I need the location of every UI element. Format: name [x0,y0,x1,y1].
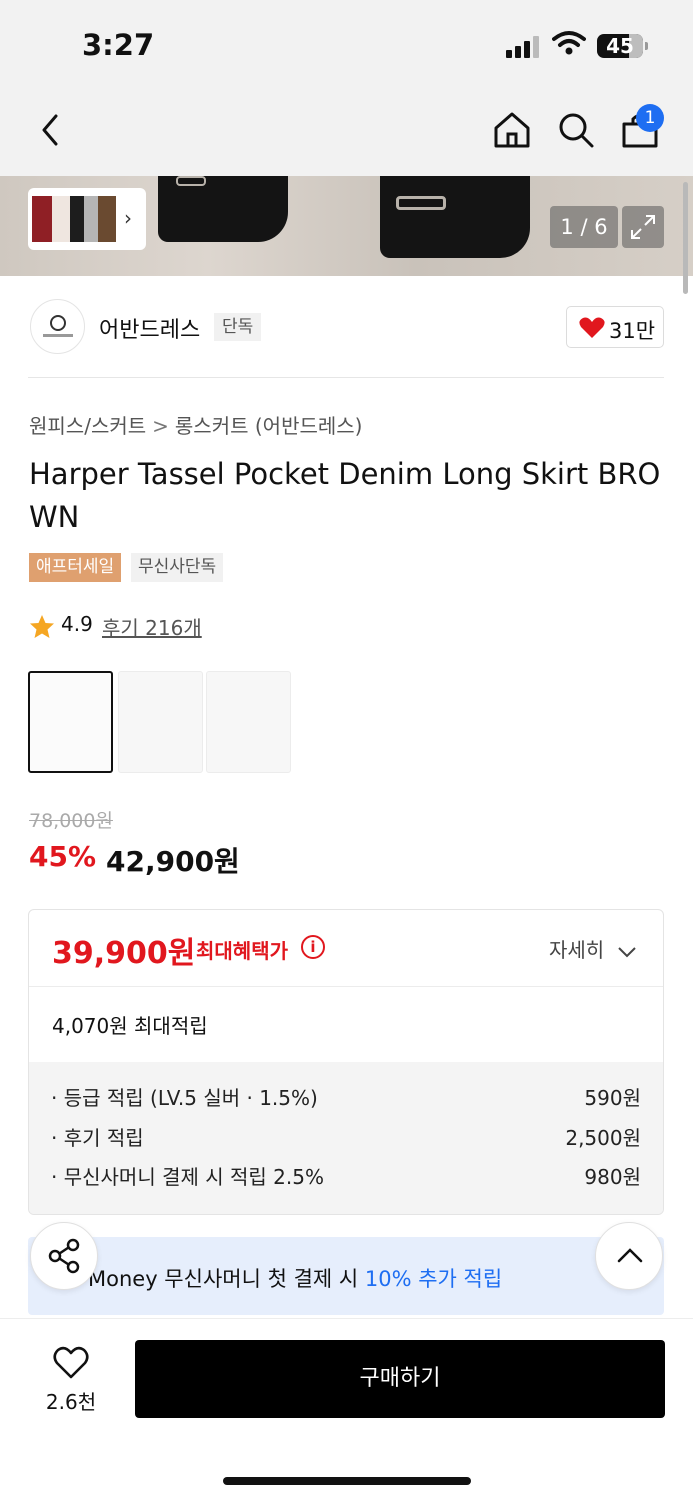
breadcrumb-subcategory[interactable]: 롱스커트 (어반드레스) [175,414,363,438]
option-thumbnail[interactable] [28,671,113,773]
chevron-down-icon [617,946,636,957]
search-icon[interactable] [556,110,596,150]
breadcrumb-category[interactable]: 원피스/스커트 [29,414,146,438]
scroll-top-button[interactable] [595,1222,663,1290]
brand-exclusive-tag: 단독 [214,313,262,341]
max-benefit-price: 39,900원 [52,936,196,971]
benefit-detail-toggle[interactable]: 자세히 [549,934,637,963]
money-promo-banner[interactable]: Money 무신사머니 첫 결제 시 10% 추가 적립 [28,1237,664,1315]
breadcrumb-separator: > [152,414,169,438]
heart-icon [579,317,605,338]
top-nav [0,92,693,176]
points-row-label: · 무신사머니 결제 시 적립 2.5% [51,1165,324,1189]
points-row-value: 590원 [584,1086,641,1110]
brand-like-button[interactable]: 31만 [566,306,664,348]
share-button[interactable] [30,1222,98,1290]
option-thumbnail[interactable] [118,671,203,773]
points-row: · 후기 적립 2,500원 [51,1122,641,1152]
buy-button[interactable]: 구매하기 [135,1340,665,1418]
status-time: 3:27 [82,28,155,62]
chevron-up-icon [617,1248,643,1263]
wifi-icon [552,31,586,55]
info-icon[interactable]: i [301,935,325,959]
money-banner-text: Money 무신사머니 첫 결제 시 [88,1267,365,1291]
image-counter: 1 / 6 [550,206,618,248]
wishlist-button[interactable]: 2.6천 [40,1344,102,1414]
points-row-label: · 등급 적립 (LV.5 실버 · 1.5%) [51,1086,318,1110]
product-title: Harper Tassel Pocket Denim Long Skirt BR… [29,457,661,534]
image-thumbnails[interactable]: › [28,188,146,250]
home-indicator [223,1477,471,1485]
max-benefit-box: 39,900원 최대혜택가 i 자세히 4,070원 최대적립 · 등급 적립 … [28,909,664,1215]
option-thumbnail[interactable] [206,671,291,773]
discount-rate: 45% [29,840,97,873]
max-benefit-label: 최대혜택가 [196,939,288,963]
status-bar: 3:27 45 [0,0,693,92]
brand-name[interactable]: 어반드레스 [99,312,200,344]
points-row-value: 2,500원 [565,1126,641,1150]
battery-icon: 45 [597,34,643,58]
money-banner-highlight: 10% 추가 적립 [364,1267,503,1291]
share-icon [48,1238,80,1274]
expand-icon[interactable] [622,206,664,248]
breadcrumb: 원피스/스커트 > 롱스커트 (어반드레스) [29,410,362,439]
points-row-label: · 후기 적립 [51,1126,144,1150]
signal-icon [506,34,542,58]
original-price: 78,000원 [29,810,113,832]
back-icon[interactable] [34,110,70,150]
brand-logo[interactable] [30,299,85,354]
home-icon[interactable] [492,110,532,150]
heart-outline-icon [53,1346,89,1379]
points-row-value: 980원 [584,1165,641,1189]
max-points: 4,070원 최대적립 [52,1014,208,1038]
wishlist-count: 2.6천 [45,1390,97,1414]
scrollbar[interactable] [683,182,688,294]
divider [28,377,664,378]
points-row: · 무신사머니 결제 시 적립 2.5% 980원 [51,1161,641,1191]
sale-price: 42,900원 [106,845,240,878]
detail-label: 자세히 [549,938,605,962]
star-icon [30,615,54,638]
cart-count-badge: 1 [636,104,664,132]
chevron-right-icon: › [124,206,132,230]
brand-like-count: 31만 [609,319,656,343]
rating-score: 4.9 [61,612,93,636]
review-link[interactable]: 후기 216개 [102,612,202,641]
exclusive-badge: 무신사단독 [131,553,224,582]
points-row: · 등급 적립 (LV.5 실버 · 1.5%) 590원 [51,1082,641,1112]
after-sale-badge: 애프터세일 [29,553,122,582]
